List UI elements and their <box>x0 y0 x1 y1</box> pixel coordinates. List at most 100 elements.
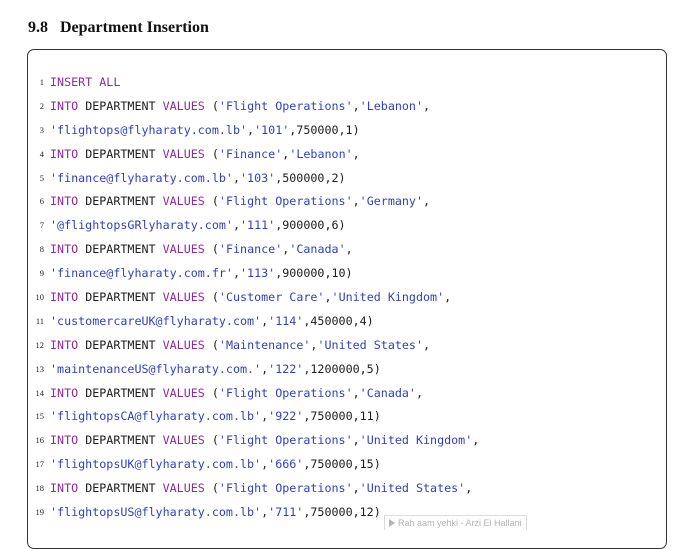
sql-token: DEPARTMENT <box>78 481 163 496</box>
line-number: 4 <box>39 148 44 159</box>
code-line: 8 INTO DEPARTMENT VALUES ('Finance','Cana… <box>0 238 694 262</box>
code-text: INSERT ALL <box>50 71 120 95</box>
sql-token: DEPARTMENT <box>78 433 163 448</box>
sql-keyword: INTO <box>50 242 79 257</box>
code-text: 'customercareUK@flyharaty.com','114',450… <box>50 310 374 334</box>
sql-string: 'Lebanon' <box>359 98 424 113</box>
sql-keyword: VALUES <box>162 433 205 448</box>
sql-token: , <box>444 290 452 305</box>
overlay-caption-text: Rah aam yehki - Arzi El Hallani <box>398 518 522 528</box>
code-text: INTO DEPARTMENT VALUES ('Flight Operatio… <box>50 95 430 119</box>
line-number: 13 <box>35 363 45 374</box>
sql-token: ( <box>204 242 219 257</box>
code-line: 14 INTO DEPARTMENT VALUES ('Flight Operat… <box>0 382 694 406</box>
line-number: 12 <box>35 339 45 350</box>
sql-token: DEPARTMENT <box>78 337 163 352</box>
sql-token: ,900000,10) <box>275 266 353 281</box>
sql-token: , <box>352 433 360 448</box>
sql-token: , <box>324 290 332 305</box>
sql-string: 'Germany' <box>359 194 424 209</box>
sql-token: ( <box>204 98 219 113</box>
sql-string: 'United Kingdom' <box>331 290 445 305</box>
code-text: 'finance@flyharaty.com.fr','113',900000,… <box>50 262 353 286</box>
sql-string: 'Flight Operations' <box>218 433 353 448</box>
code-text: INTO DEPARTMENT VALUES ('Maintenance','U… <box>50 334 430 358</box>
line-number: 6 <box>39 196 44 207</box>
sql-token: DEPARTMENT <box>78 290 163 305</box>
code-text: 'flightopsCA@flyharaty.com.lb','922',750… <box>50 405 381 429</box>
code-line: 6 INTO DEPARTMENT VALUES ('Flight Operati… <box>0 190 694 214</box>
line-number: 9 <box>39 268 44 279</box>
section-heading: 9.8 Department Insertion <box>28 19 209 37</box>
sql-token: , <box>352 194 360 209</box>
sql-token: , <box>352 385 360 400</box>
line-number: 18 <box>35 483 45 494</box>
sql-token: ,900000,6) <box>275 218 346 233</box>
sql-string: 'flightopsUS@flyharaty.com.lb' <box>50 505 262 520</box>
line-number: 2 <box>39 100 44 111</box>
sql-string: 'flightopsUK@flyharaty.com.lb' <box>50 457 262 472</box>
sql-token: , <box>352 481 360 496</box>
sql-token: ( <box>204 481 219 496</box>
code-line: 2 INTO DEPARTMENT VALUES ('Flight Operati… <box>0 95 694 119</box>
sql-token: ,750000,11) <box>303 409 381 424</box>
sql-token: ,750000,12) <box>303 505 381 520</box>
code-line: 11 'customercareUK@flyharaty.com','114',4… <box>0 310 694 334</box>
sql-keyword: INTO <box>50 337 79 352</box>
sql-token: , <box>232 218 240 233</box>
code-text: INTO DEPARTMENT VALUES ('Finance','Leban… <box>50 143 360 167</box>
sql-keyword: VALUES <box>162 146 205 161</box>
sql-string: 'Customer Care' <box>218 290 325 305</box>
sql-token: , <box>232 170 240 185</box>
sql-token: , <box>345 242 353 257</box>
code-line: 16 INTO DEPARTMENT VALUES ('Flight Operat… <box>0 429 694 453</box>
code-text: 'flightops@flyharaty.com.lb','101',75000… <box>50 119 360 143</box>
code-line: 5 'finance@flyharaty.com.lb','103',500000… <box>0 167 694 191</box>
sql-token: , <box>415 385 424 400</box>
sql-token: DEPARTMENT <box>78 242 163 257</box>
line-number: 3 <box>39 124 44 135</box>
sql-string: '101' <box>254 122 290 137</box>
sql-keyword: INTO <box>50 290 79 305</box>
sql-string: 'Flight Operations' <box>218 98 353 113</box>
line-number: 15 <box>35 411 45 422</box>
media-overlay-caption[interactable]: Rah aam yehki - Arzi El Hallani <box>384 515 527 530</box>
code-line: 17 'flightopsUK@flyharaty.com.lb','666',7… <box>0 453 694 477</box>
code-text: INTO DEPARTMENT VALUES ('Flight Operatio… <box>50 477 472 501</box>
sql-token: ( <box>204 290 219 305</box>
sql-string: 'Flight Operations' <box>218 194 353 209</box>
sql-string: 'United Kingdom' <box>359 433 473 448</box>
sql-token: ,1200000,5) <box>303 361 381 376</box>
sql-token: , <box>472 433 480 448</box>
line-number: 7 <box>39 220 44 231</box>
sql-token: ,450000,4) <box>303 313 374 328</box>
sql-string: 'Canada' <box>289 242 346 257</box>
sql-token: ( <box>204 146 219 161</box>
code-line: 9 'finance@flyharaty.com.fr','113',900000… <box>0 262 694 286</box>
sql-string: '113' <box>240 266 276 281</box>
code-text: 'flightopsUS@flyharaty.com.lb','711',750… <box>50 501 381 525</box>
sql-string: '666' <box>268 457 304 472</box>
line-number: 11 <box>35 315 44 326</box>
sql-token: ( <box>204 337 219 352</box>
line-number: 19 <box>35 507 45 518</box>
code-line: 19 'flightopsUS@flyharaty.com.lb','711',7… <box>0 501 694 525</box>
sql-keyword: INSERT ALL <box>50 75 121 89</box>
code-text: INTO DEPARTMENT VALUES ('Customer Care',… <box>50 286 451 310</box>
sql-keyword: VALUES <box>162 194 205 209</box>
sql-token: DEPARTMENT <box>78 194 163 209</box>
sql-token: DEPARTMENT <box>78 385 163 400</box>
sql-string: '@flightopsGRlyharaty.com' <box>50 218 233 233</box>
code-line: 4 INTO DEPARTMENT VALUES ('Finance','Leba… <box>0 143 694 167</box>
sql-keyword: INTO <box>50 98 79 113</box>
code-line: 7 '@flightopsGRlyharaty.com','111',900000… <box>0 214 694 238</box>
line-number: 16 <box>35 435 45 446</box>
sql-keyword: VALUES <box>162 242 205 257</box>
code-line: 1 INSERT ALL <box>0 71 694 95</box>
sql-token: ,750000,1) <box>289 122 360 137</box>
sql-keyword: INTO <box>50 481 79 496</box>
code-line: 15 'flightopsCA@flyharaty.com.lb','922',7… <box>0 405 694 429</box>
sql-string: 'Maintenance' <box>218 337 311 352</box>
code-line: 10 INTO DEPARTMENT VALUES ('Customer Care… <box>0 286 694 310</box>
sql-string: '114' <box>268 313 304 328</box>
